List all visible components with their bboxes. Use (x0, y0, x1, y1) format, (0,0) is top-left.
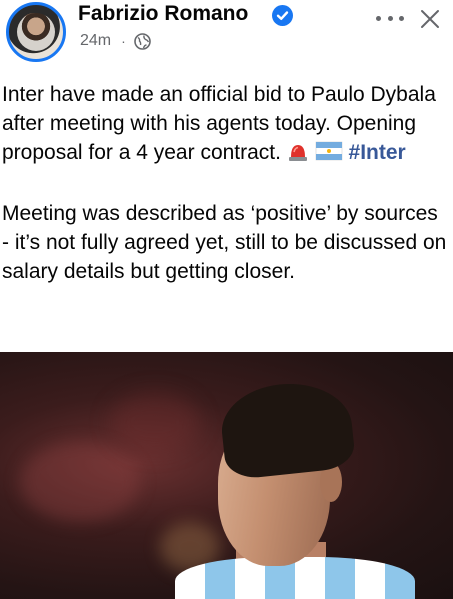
photo-background-blur (20, 442, 140, 522)
player-hair (217, 377, 357, 481)
verified-badge-icon (272, 5, 293, 26)
author-name[interactable]: Fabrizio Romano (78, 2, 248, 26)
more-options-icon[interactable] (374, 6, 406, 30)
close-icon[interactable] (419, 8, 441, 30)
post-paragraph-1: Inter have made an official bid to Paulo… (2, 80, 448, 170)
player-jersey (175, 557, 415, 599)
hashtag-inter-link[interactable]: #Inter (349, 141, 406, 164)
post-meta: 24m · (80, 32, 151, 50)
post-timestamp[interactable]: 24m (80, 32, 111, 50)
post-paragraph-2: Meeting was described as ‘positive’ by s… (2, 202, 447, 283)
more-dot (387, 15, 393, 21)
author-avatar[interactable] (6, 2, 66, 62)
globe-icon (133, 32, 151, 50)
post-photo[interactable] (0, 352, 453, 599)
post-header: Fabrizio Romano 24m · (0, 0, 453, 64)
siren-emoji (287, 140, 309, 170)
argentina-flag-emoji (315, 140, 343, 170)
more-dot (399, 15, 404, 21)
meta-separator: · (121, 33, 126, 49)
photo-background-blur (110, 392, 200, 452)
avatar-photo (17, 13, 55, 51)
more-dot (376, 15, 381, 21)
post-body: Inter have made an official bid to Paulo… (2, 80, 448, 286)
